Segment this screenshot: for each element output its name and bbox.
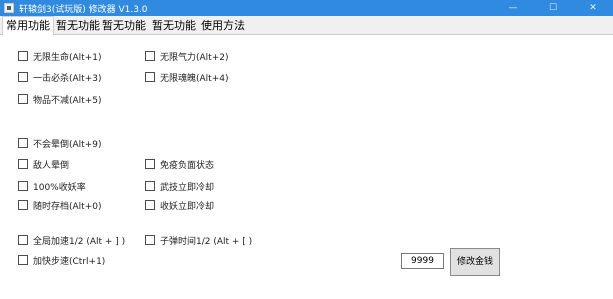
money-input[interactable]: 9999	[401, 253, 444, 269]
checkbox-label: 全局加速1/2 (Alt + ] )	[33, 236, 126, 247]
checkbox-box[interactable]	[18, 200, 28, 210]
tab-usage[interactable]: 使用方法	[198, 17, 248, 35]
checkbox-bullet-time[interactable]: 子弹时间1/2 (Alt + [ )	[145, 234, 253, 247]
checkbox-label: 免疫负面状态	[160, 160, 215, 171]
checkbox-items-no-decrease[interactable]: 物品不减(Alt+5)	[18, 93, 102, 106]
checkbox-no-faint[interactable]: 不会晕倒(Alt+9)	[18, 137, 102, 150]
checkbox-label: 收妖立即冷却	[160, 201, 215, 212]
checkbox-box[interactable]	[18, 255, 28, 265]
checkbox-label: 子弹时间1/2 (Alt + [ )	[160, 236, 253, 247]
checkbox-label: 100%收妖率	[33, 182, 86, 193]
checkbox-save-anytime[interactable]: 随时存档(Alt+0)	[18, 199, 102, 212]
checkbox-label: 物品不减(Alt+5)	[33, 95, 102, 106]
checkbox-label: 随时存档(Alt+0)	[33, 201, 102, 212]
window-title: 轩辕剑3(试玩版) 修改器 V1.3.0	[19, 5, 148, 15]
checkbox-label: 无限气力(Alt+2)	[160, 52, 229, 63]
checkbox-infinite-soul[interactable]: 无限魂魄(Alt+4)	[145, 71, 229, 84]
tab-common[interactable]: 常用功能	[2, 16, 54, 35]
checkbox-label: 敌人晕倒	[33, 160, 70, 171]
title-bar: 轩辕剑3(试玩版) 修改器 V1.3.0 — ☐ ✕	[0, 0, 613, 16]
checkbox-infinite-qi[interactable]: 无限气力(Alt+2)	[145, 50, 229, 63]
checkbox-capture-rate[interactable]: 100%收妖率	[18, 180, 86, 193]
checkbox-walk-speed[interactable]: 加快步速(Ctrl+1)	[18, 254, 106, 267]
checkbox-box[interactable]	[18, 159, 28, 169]
checkbox-box[interactable]	[18, 72, 28, 82]
checkbox-label: 加快步速(Ctrl+1)	[33, 256, 106, 267]
modify-money-button[interactable]: 修改金钱	[450, 248, 500, 276]
maximize-button[interactable]: ☐	[533, 0, 573, 16]
tab-strip: 常用功能 暂无功能 暂无功能 暂无功能 使用方法	[0, 16, 613, 35]
close-button[interactable]: ✕	[573, 0, 613, 16]
checkbox-capture-cooldown[interactable]: 收妖立即冷却	[145, 199, 215, 212]
checkbox-global-speed[interactable]: 全局加速1/2 (Alt + ] )	[18, 234, 126, 247]
checkbox-label: 无限魂魄(Alt+4)	[160, 73, 229, 84]
checkbox-label: 一击必杀(Alt+3)	[33, 73, 102, 84]
checkbox-box[interactable]	[145, 235, 155, 245]
checkbox-immune-debuff[interactable]: 免疫负面状态	[145, 158, 215, 171]
checkbox-enemy-faint[interactable]: 敌人晕倒	[18, 158, 70, 171]
checkbox-box[interactable]	[18, 235, 28, 245]
checkbox-box[interactable]	[145, 200, 155, 210]
checkbox-box[interactable]	[18, 181, 28, 191]
checkbox-skill-cooldown[interactable]: 武技立即冷却	[145, 180, 215, 193]
tab-none-2[interactable]: 暂无功能	[99, 17, 149, 35]
tab-none-1[interactable]: 暂无功能	[53, 17, 103, 35]
checkbox-infinite-hp[interactable]: 无限生命(Alt+1)	[18, 50, 102, 63]
checkbox-box[interactable]	[18, 138, 28, 148]
checkbox-label: 无限生命(Alt+1)	[33, 52, 102, 63]
app-icon	[4, 3, 14, 13]
checkbox-label: 武技立即冷却	[160, 182, 215, 193]
checkbox-box[interactable]	[18, 94, 28, 104]
minimize-button[interactable]: —	[493, 0, 533, 16]
checkbox-box[interactable]	[145, 159, 155, 169]
checkbox-box[interactable]	[145, 51, 155, 61]
checkbox-one-hit-kill[interactable]: 一击必杀(Alt+3)	[18, 71, 102, 84]
checkbox-box[interactable]	[18, 51, 28, 61]
checkbox-label: 不会晕倒(Alt+9)	[33, 139, 102, 150]
tab-none-3[interactable]: 暂无功能	[149, 17, 199, 35]
checkbox-box[interactable]	[145, 72, 155, 82]
checkbox-box[interactable]	[145, 181, 155, 191]
